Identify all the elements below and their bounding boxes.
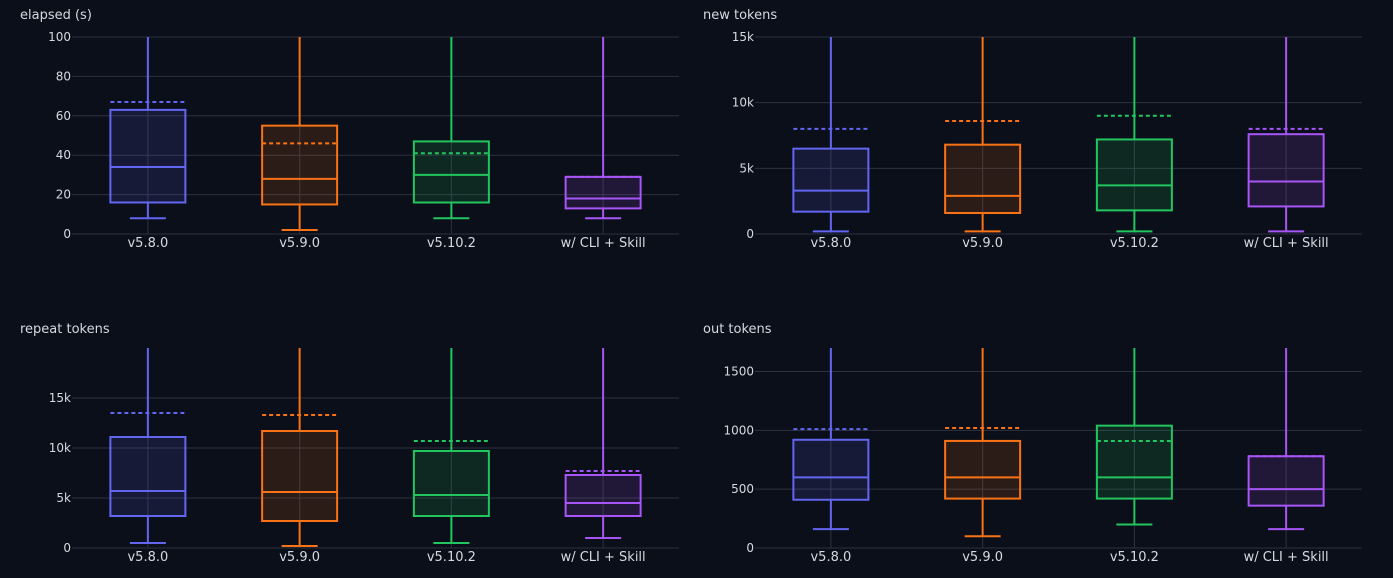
x-tick-label: v5.10.2 — [427, 550, 476, 565]
panel-title: out tokens — [703, 322, 772, 337]
y-tick-label: 10k — [732, 96, 754, 110]
x-tick-label: v5.9.0 — [279, 236, 320, 251]
x-tick-label: v5.8.0 — [127, 550, 168, 565]
box-1: v5.8.0 — [792, 37, 870, 251]
y-tick-label: 80 — [56, 69, 71, 83]
box-2: v5.9.0 — [944, 37, 1022, 251]
iqr-box — [1247, 133, 1325, 208]
iqr-box — [1095, 424, 1173, 500]
x-tick-label: v5.8.0 — [127, 236, 168, 251]
y-tick-label: 40 — [56, 148, 71, 162]
box-1: v5.8.0 — [109, 37, 187, 251]
iqr-box — [261, 430, 339, 522]
y-tick-label: 5k — [739, 161, 754, 175]
box-3: v5.10.2 — [412, 37, 490, 251]
chart-panel-3: repeat tokens 0 5k 10k 15k v5.8.0 v5.9.0 v5.10.… — [20, 322, 679, 565]
iqr-box — [1095, 138, 1173, 212]
box-1: v5.8.0 — [109, 348, 187, 565]
box-2: v5.9.0 — [944, 348, 1022, 565]
x-tick-label: v5.8.0 — [810, 236, 851, 251]
y-tick-label: 500 — [731, 482, 754, 496]
box-4: w/ CLI + Skill — [1244, 348, 1329, 565]
box-3: v5.10.2 — [412, 348, 490, 565]
iqr-box — [944, 439, 1022, 500]
y-tick-label: 100 — [48, 30, 71, 44]
y-tick-label: 10k — [49, 441, 71, 455]
y-tick-label: 5k — [56, 491, 71, 505]
x-tick-label: v5.8.0 — [810, 550, 851, 565]
chart-panel-1: elapsed (s) 0 20 40 60 80 100 v5.8.0 v5.9.0 v5.10… — [20, 8, 679, 251]
x-tick-label: v5.10.2 — [1110, 236, 1159, 251]
x-tick-label: w/ CLI + Skill — [1244, 236, 1329, 251]
iqr-box — [944, 143, 1022, 214]
y-tick-label: 0 — [63, 227, 71, 241]
x-tick-label: v5.9.0 — [962, 236, 1003, 251]
box-plot-grid: elapsed (s) 0 20 40 60 80 100 v5.8.0 v5.9.0 v5.10… — [20, 8, 1362, 565]
y-tick-label: 1000 — [723, 423, 754, 437]
chart-panel-4: out tokens 0 500 1000 1500 v5.8.0 v5.9.0 v5.10.… — [703, 322, 1362, 565]
iqr-box — [564, 474, 642, 517]
panel-title: new tokens — [703, 8, 777, 23]
iqr-box — [792, 147, 870, 213]
iqr-box — [261, 124, 339, 206]
x-tick-label: v5.9.0 — [962, 550, 1003, 565]
y-tick-label: 0 — [63, 541, 71, 555]
box-3: v5.10.2 — [1095, 348, 1173, 565]
iqr-box — [564, 175, 642, 210]
iqr-box — [1247, 455, 1325, 507]
x-tick-label: v5.9.0 — [279, 550, 320, 565]
box-2: v5.9.0 — [261, 348, 339, 565]
box-4: w/ CLI + Skill — [1244, 37, 1329, 251]
y-tick-label: 20 — [56, 188, 71, 202]
iqr-box — [412, 450, 490, 517]
x-tick-label: w/ CLI + Skill — [1244, 550, 1329, 565]
box-4: w/ CLI + Skill — [561, 348, 646, 565]
chart-panel-2: new tokens 0 5k 10k 15k v5.8.0 v5.9.0 v5.10.2 w/… — [703, 8, 1362, 251]
iqr-box — [792, 438, 870, 501]
y-tick-label: 15k — [732, 30, 754, 44]
box-1: v5.8.0 — [792, 348, 870, 565]
x-tick-label: v5.10.2 — [1110, 550, 1159, 565]
box-3: v5.10.2 — [1095, 37, 1173, 251]
x-tick-label: w/ CLI + Skill — [561, 236, 646, 251]
iqr-box — [109, 108, 187, 204]
panel-title: repeat tokens — [20, 322, 110, 337]
iqr-box — [412, 140, 490, 204]
y-tick-label: 60 — [56, 109, 71, 123]
box-2: v5.9.0 — [261, 37, 339, 251]
y-tick-label: 0 — [746, 541, 754, 555]
y-tick-label: 0 — [746, 227, 754, 241]
y-tick-label: 15k — [49, 391, 71, 405]
panel-title: elapsed (s) — [20, 8, 92, 23]
iqr-box — [109, 436, 187, 517]
x-tick-label: v5.10.2 — [427, 236, 476, 251]
y-tick-label: 1500 — [723, 365, 754, 379]
box-4: w/ CLI + Skill — [561, 37, 646, 251]
x-tick-label: w/ CLI + Skill — [561, 550, 646, 565]
